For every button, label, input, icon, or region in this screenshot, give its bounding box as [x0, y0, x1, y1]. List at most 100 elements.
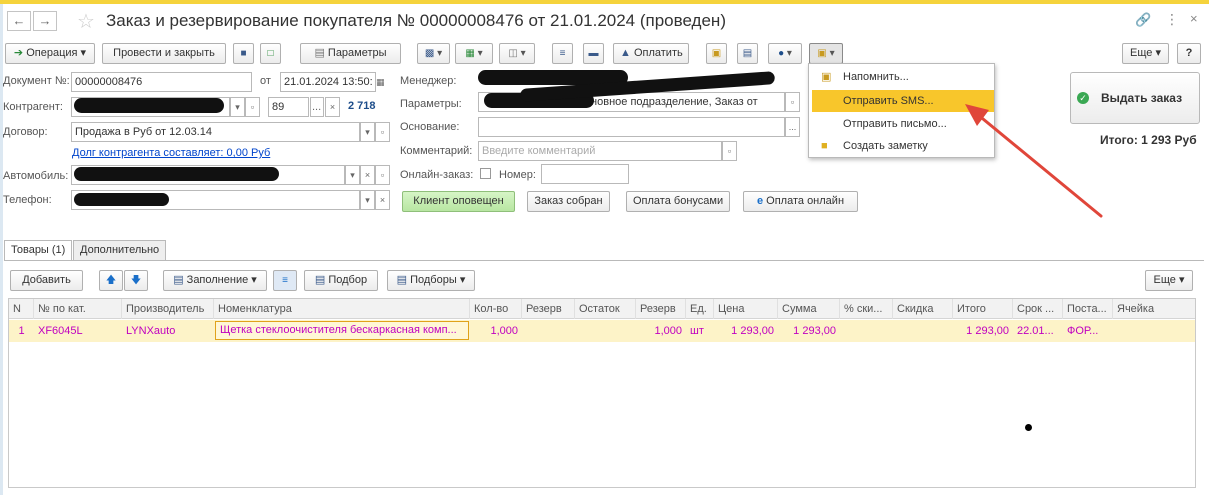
comment-input[interactable]: Введите комментарий — [478, 141, 722, 161]
counterparty-dropdown-icon[interactable]: ▾ — [230, 97, 245, 117]
floppy-icon: ■ — [240, 48, 247, 59]
selections-label: Подборы — [410, 274, 457, 286]
contract-dropdown-icon[interactable]: ▾ — [360, 122, 375, 142]
report-icon: ▣ — [711, 48, 722, 59]
column-header[interactable]: Номенклатура — [214, 299, 470, 319]
parameters-button[interactable]: ▤ Параметры — [300, 43, 401, 64]
column-header[interactable]: Ячейка — [1113, 299, 1195, 319]
save-button[interactable]: ■ — [233, 43, 254, 64]
more-vertical-icon[interactable]: ⋮ — [1165, 11, 1179, 28]
browser-e-icon: e — [756, 195, 764, 207]
status-button[interactable]: ● ▾ — [768, 43, 802, 64]
column-header[interactable]: Резерв — [522, 299, 575, 319]
favorite-star-icon[interactable]: ☆ — [77, 9, 95, 34]
link-icon[interactable]: 🔗 — [1135, 12, 1151, 28]
move-up-button[interactable]: 🡅 — [99, 270, 123, 291]
comment-open-icon[interactable]: ▫ — [722, 141, 737, 161]
online-payment-button[interactable]: e Оплата онлайн — [743, 191, 858, 212]
help-button[interactable]: ? — [1177, 43, 1201, 64]
status-dot-icon: ● — [778, 48, 785, 59]
car-clear-icon[interactable]: × — [360, 165, 375, 185]
tab-extra[interactable]: Дополнительно — [73, 240, 167, 260]
notes-dropdown-button[interactable]: ▣ ▾ — [809, 43, 843, 64]
related-docs-button[interactable]: ◫ ▾ — [499, 43, 535, 64]
column-header[interactable]: Сумма — [778, 299, 840, 319]
doc-number-field[interactable]: 00000008476 — [71, 72, 252, 92]
counterparty-debt-link[interactable]: Долг контрагента составляет: 0,00 Руб — [72, 147, 270, 159]
column-header[interactable]: Кол-во — [470, 299, 522, 319]
car-open-icon[interactable]: ▫ — [375, 165, 390, 185]
params-label: Параметры: — [400, 98, 462, 110]
post-and-close-button[interactable]: Провести и закрыть — [102, 43, 226, 64]
list-button[interactable]: ≡ — [552, 43, 573, 64]
order-assembled-button[interactable]: Заказ собран — [527, 191, 610, 212]
operation-button[interactable]: ➔ Операция ▾ — [5, 43, 95, 64]
report-button[interactable]: ▣ — [706, 43, 727, 64]
table-cell-selected[interactable]: Щетка стеклоочистителя бескаркасная комп… — [215, 321, 469, 340]
order-assembled-label: Заказ собран — [534, 195, 603, 207]
table-cell — [840, 321, 893, 341]
structure-button[interactable]: ▤ — [737, 43, 758, 64]
online-order-checkbox[interactable] — [480, 168, 491, 179]
online-number-field[interactable] — [541, 164, 629, 184]
phone-clear-icon[interactable]: × — [375, 190, 390, 210]
manager-label: Менеджер: — [400, 75, 457, 87]
column-header[interactable]: Ед. — [686, 299, 714, 319]
basis-field[interactable] — [478, 117, 785, 137]
column-header[interactable]: Производитель — [122, 299, 214, 319]
table-cell: 22.01... — [1017, 325, 1054, 337]
more-button[interactable]: Еще ▾ — [1122, 43, 1169, 64]
bonus-payment-button[interactable]: Оплата бонусами — [626, 191, 730, 212]
redacted-scribble — [74, 167, 279, 181]
card-icon: ▬ — [588, 48, 599, 59]
print-button[interactable]: ▩ ▾ — [417, 43, 450, 64]
selections-button[interactable]: ▤ Подборы ▾ — [387, 270, 475, 291]
column-header[interactable]: Цена — [714, 299, 778, 319]
column-header[interactable]: Итого — [953, 299, 1013, 319]
column-header[interactable]: Резерв — [636, 299, 686, 319]
column-header[interactable]: Остаток — [575, 299, 636, 319]
basis-label: Основание: — [400, 121, 460, 133]
contract-open-icon[interactable]: ▫ — [375, 122, 390, 142]
window-top-accent — [0, 0, 1209, 4]
create-based-on-button[interactable]: ▦ ▾ — [455, 43, 493, 64]
forward-button[interactable]: → — [33, 11, 57, 31]
params-open-icon[interactable]: ▫ — [785, 92, 800, 112]
table-more-button[interactable]: Еще ▾ — [1145, 270, 1193, 291]
move-down-button[interactable]: 🡇 — [124, 270, 148, 291]
fill-icon: ▤ — [173, 274, 184, 286]
counterparty-code-field[interactable]: 89 — [268, 97, 309, 117]
column-header[interactable]: Срок ... — [1013, 299, 1063, 319]
list-mode-button[interactable]: ≡ — [273, 270, 297, 291]
column-header[interactable]: № по кат. — [34, 299, 122, 319]
column-header[interactable]: Поста... — [1063, 299, 1113, 319]
selection-button[interactable]: ▤ Подбор — [304, 270, 378, 291]
add-row-button[interactable]: Добавить — [10, 270, 83, 291]
phone-dropdown-icon[interactable]: ▾ — [360, 190, 375, 210]
basis-select-icon[interactable]: ... — [785, 117, 800, 137]
menu-item-remind[interactable]: ▣ Напомнить... — [809, 66, 994, 88]
column-header[interactable]: % ски... — [840, 299, 893, 319]
selection-icon: ▤ — [314, 274, 326, 286]
table-cell: 1 293,00 — [731, 325, 774, 337]
post-button[interactable]: □ — [260, 43, 281, 64]
operation-arrow-icon: ➔ — [13, 47, 24, 59]
contract-field[interactable]: Продажа в Руб от 12.03.14 — [71, 122, 360, 142]
tab-goods[interactable]: Товары (1) — [4, 240, 73, 260]
counterparty-code-clear-icon[interactable]: × — [325, 97, 340, 117]
back-button[interactable]: ← — [7, 11, 31, 31]
column-header[interactable]: N — [9, 299, 34, 319]
counterparty-code-select[interactable]: ... — [310, 97, 324, 117]
counterparty-open-icon[interactable]: ▫ — [245, 97, 260, 117]
pay-button[interactable]: ▲ Оплатить — [613, 43, 689, 64]
column-header[interactable]: Скидка — [893, 299, 953, 319]
date-field[interactable]: 21.01.2024 13:50: — [280, 72, 376, 92]
card-button[interactable]: ▬ — [583, 43, 604, 64]
calendar-icon[interactable]: ▦ — [376, 77, 385, 88]
annotation-arrow — [965, 104, 1103, 218]
car-dropdown-icon[interactable]: ▾ — [345, 165, 360, 185]
close-icon[interactable]: × — [1190, 11, 1198, 26]
client-notified-button[interactable]: Клиент оповещен — [402, 191, 515, 212]
online-order-label: Онлайн-заказ: — [400, 169, 474, 181]
fill-button[interactable]: ▤ Заполнение ▾ — [163, 270, 267, 291]
